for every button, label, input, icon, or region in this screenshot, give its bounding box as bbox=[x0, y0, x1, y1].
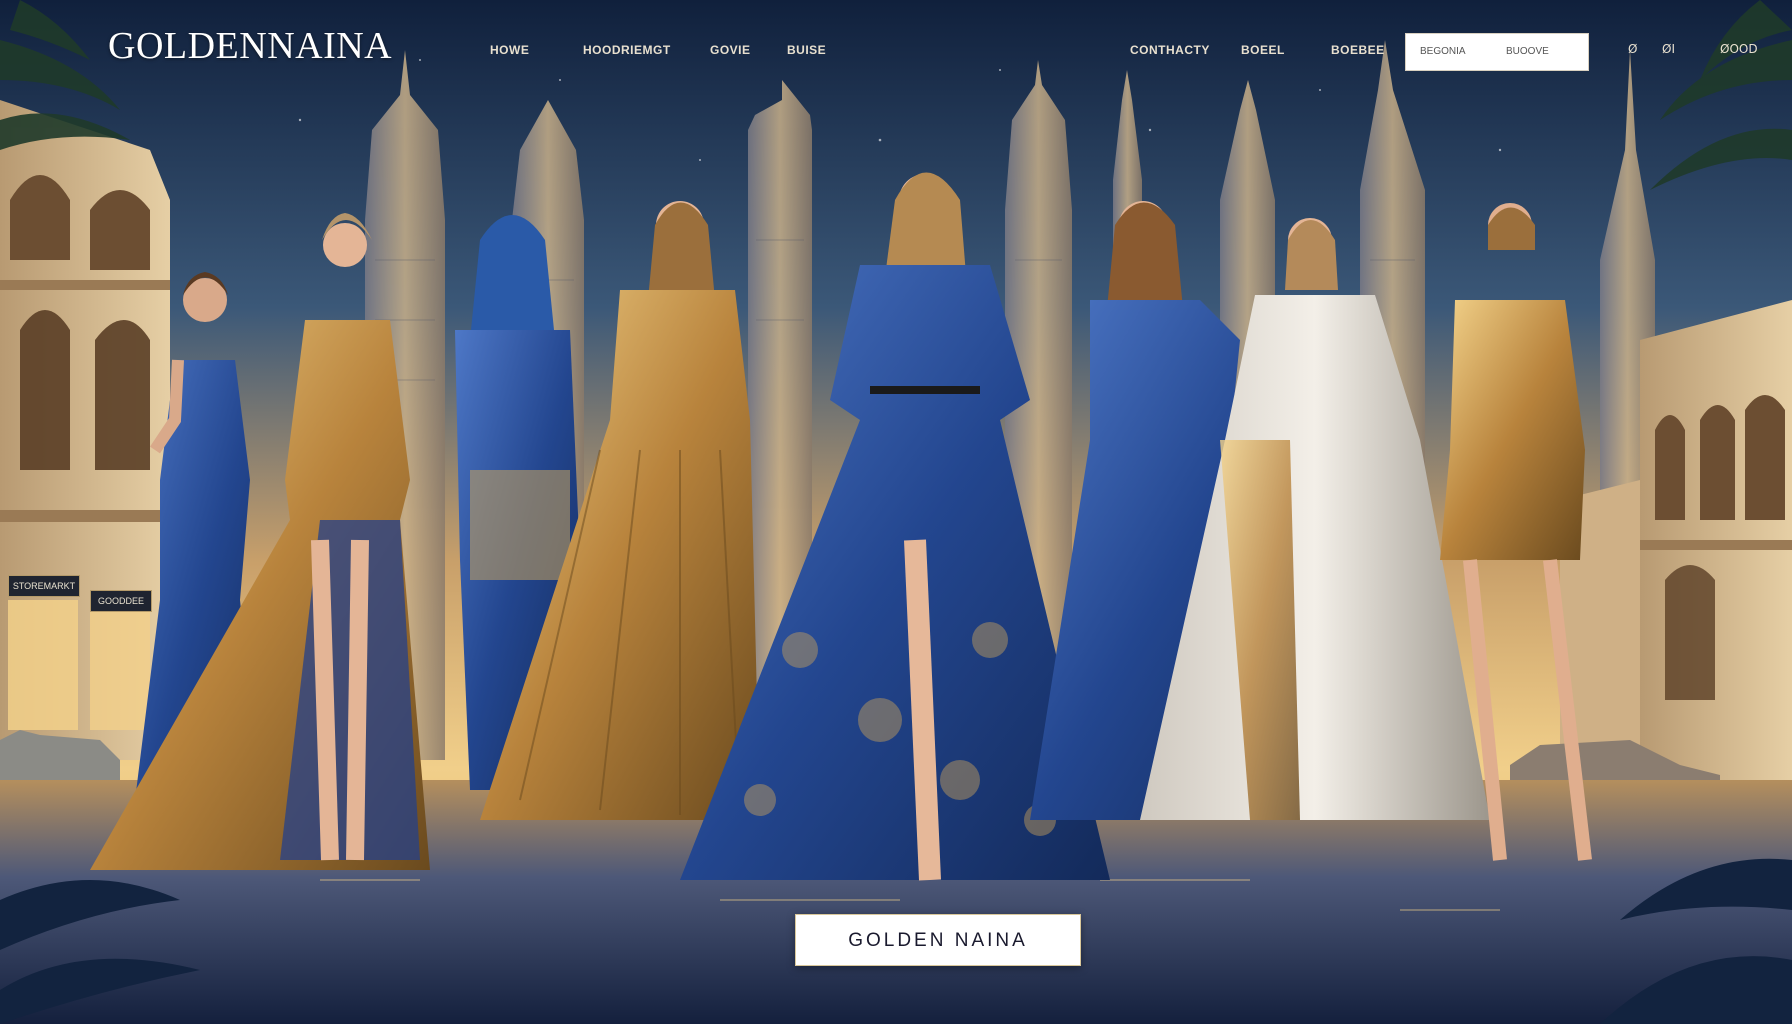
nav-link-contact[interactable]: CONTHACTY bbox=[1130, 43, 1210, 57]
site-header: GOLDENNAINA HOWE HOODRIEMGT GOVIE BUISE … bbox=[0, 0, 1792, 100]
search-label-primary: BEGONIA bbox=[1420, 46, 1466, 57]
wishlist-icon[interactable]: ØI bbox=[1662, 42, 1675, 56]
nav-link-home[interactable]: HOWE bbox=[490, 43, 529, 57]
nav-link-hoodriemgt[interactable]: HOODRIEMGT bbox=[583, 43, 671, 57]
nav-link-govie[interactable]: GOVIE bbox=[710, 43, 751, 57]
hero-banner: STOREMARKT GOODDEE bbox=[0, 0, 1792, 1024]
cart-icon[interactable]: ØOOD bbox=[1720, 42, 1758, 56]
hero-illustration bbox=[0, 0, 1792, 1024]
storefront-sign-left: STOREMARKT bbox=[8, 575, 80, 597]
nav-link-boebee[interactable]: BOEBEE bbox=[1331, 43, 1385, 57]
left-building bbox=[0, 100, 170, 760]
search-field[interactable]: BEGONIA BUOOVE bbox=[1405, 33, 1589, 71]
search-label-secondary: BUOOVE bbox=[1506, 46, 1549, 57]
nav-link-buise[interactable]: BUISE bbox=[787, 43, 826, 57]
account-icon[interactable]: Ø bbox=[1628, 42, 1637, 56]
storefront-sign-right: GOODDEE bbox=[90, 590, 152, 612]
brand-logo[interactable]: GOLDENNAINA bbox=[108, 24, 392, 68]
cta-button[interactable]: GOLDEN NAINA bbox=[795, 914, 1081, 966]
nav-link-boeel[interactable]: BOEEL bbox=[1241, 43, 1285, 57]
